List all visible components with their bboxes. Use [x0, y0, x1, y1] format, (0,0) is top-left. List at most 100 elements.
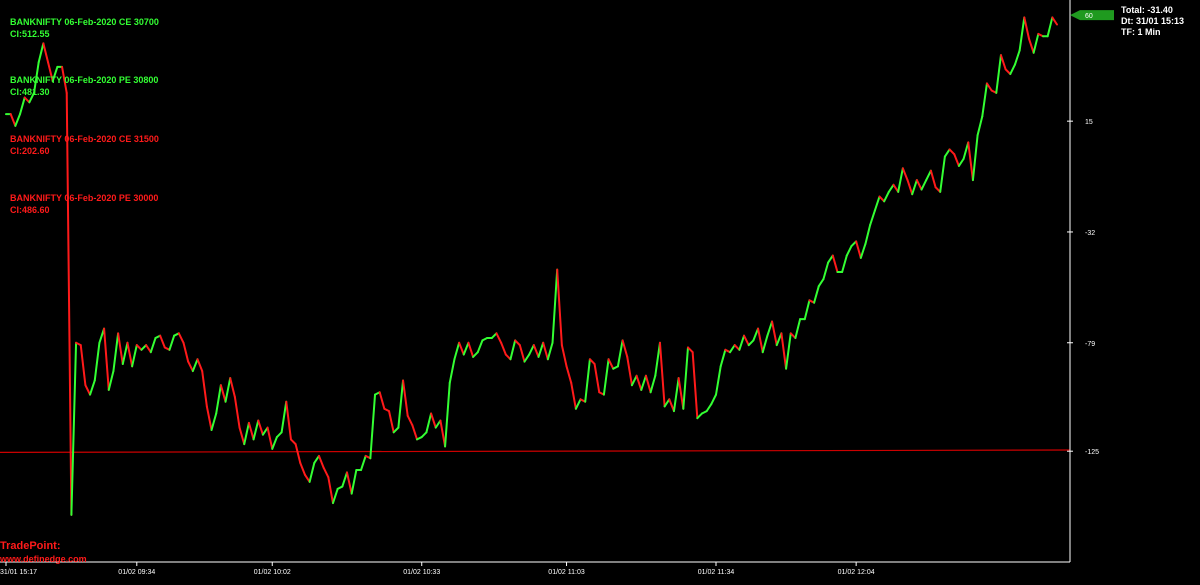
- price-segment: [757, 327, 764, 354]
- price-segment: [252, 419, 260, 441]
- price-segment: [271, 436, 278, 450]
- price-segment: [761, 334, 769, 354]
- price-segment: [219, 384, 227, 403]
- price-segment: [920, 179, 928, 191]
- price-segment: [448, 358, 456, 384]
- price-segment: [845, 245, 853, 257]
- price-segment: [159, 334, 166, 349]
- price-segment: [976, 115, 984, 137]
- price-segment: [953, 153, 960, 167]
- price-segment: [191, 358, 199, 373]
- price-segment: [238, 426, 246, 446]
- price-segment: [406, 414, 414, 427]
- reference-line: [0, 449, 1071, 453]
- price-segment: [855, 240, 862, 259]
- x-tick-label: 01/02 12:04: [838, 569, 875, 576]
- price-segment: [626, 355, 633, 387]
- price-segment: [971, 134, 979, 182]
- legend-item-name: BANKNIFTY 06-Feb-2020 CE 31500: [10, 134, 159, 144]
- price-segment: [458, 341, 465, 356]
- legend-item-ci: CI:481.30: [10, 87, 50, 97]
- price-segment: [402, 379, 409, 417]
- price-segment: [299, 461, 306, 476]
- price-segment: [705, 403, 713, 413]
- y-tick-label: 15: [1085, 119, 1093, 126]
- price-segment: [906, 179, 914, 196]
- price-segment: [257, 419, 264, 436]
- price-segment: [752, 327, 760, 342]
- price-segment: [285, 400, 292, 441]
- price-segment: [327, 476, 334, 505]
- price-segment: [37, 42, 45, 64]
- price-segment: [19, 96, 26, 116]
- price-segment: [467, 341, 475, 358]
- price-segment: [224, 377, 232, 403]
- price-segment: [523, 353, 531, 363]
- price-segment: [121, 341, 129, 365]
- price-segment: [873, 195, 881, 212]
- price-segment: [691, 351, 699, 420]
- legend-item-ci: CI:486.60: [10, 205, 50, 215]
- price-segment: [93, 341, 101, 382]
- price-segment: [397, 379, 405, 429]
- price-segment: [500, 341, 507, 356]
- legend-item-name: BANKNIFTY 06-Feb-2020 PE 30000: [10, 193, 159, 203]
- legend-item: BANKNIFTY 06-Feb-2020 PE 30000 CI:486.60: [10, 192, 158, 216]
- price-segment: [243, 421, 250, 446]
- price-segment: [107, 370, 115, 391]
- legend-item-name: BANKNIFTY 06-Feb-2020 CE 30700: [10, 17, 159, 27]
- price-segment: [317, 454, 325, 469]
- price-segment: [1018, 16, 1026, 52]
- price-segment: [9, 113, 17, 127]
- price-segment: [331, 487, 339, 505]
- price-segment: [14, 113, 22, 127]
- price-segment: [649, 374, 657, 394]
- price-segment: [915, 179, 923, 191]
- price-segment: [584, 358, 591, 403]
- info-panel: Total: -31.40 Dt: 31/01 15:13 TF: 1 Min: [1121, 5, 1184, 38]
- legend-item-ci: CI:512.55: [10, 29, 50, 39]
- price-segment: [859, 242, 867, 259]
- price-segment: [560, 344, 568, 368]
- price-segment: [425, 412, 433, 434]
- price-segment: [1032, 32, 1040, 54]
- price-segment: [901, 167, 909, 182]
- price-segment: [378, 391, 386, 410]
- price-segment: [897, 167, 904, 193]
- price-segment: [345, 471, 353, 495]
- price-segment: [112, 332, 120, 373]
- price-segment: [565, 365, 573, 384]
- price-segment: [719, 348, 727, 368]
- price-segment: [630, 374, 638, 387]
- price-segment: [738, 334, 746, 351]
- datetime-label: Dt: 31/01 15:13: [1121, 16, 1185, 26]
- price-segment: [602, 358, 610, 396]
- price-segment: [957, 157, 965, 167]
- price-segment: [677, 377, 685, 410]
- price-segment: [247, 421, 255, 441]
- price-segment: [84, 384, 92, 396]
- price-segment: [635, 374, 643, 391]
- legend-item-ci: CI:202.60: [10, 146, 50, 156]
- price-segment: [621, 339, 629, 358]
- price-segment: [430, 412, 437, 429]
- price-segment: [658, 341, 666, 408]
- price-segment: [280, 400, 288, 434]
- price-segment: [1027, 37, 1035, 54]
- price-segment: [131, 344, 138, 368]
- price-segment: [939, 155, 946, 193]
- price-segment: [715, 365, 722, 396]
- price-segment: [640, 374, 647, 391]
- price-segment: [869, 209, 876, 226]
- price-segment: [187, 360, 194, 373]
- price-segment: [103, 327, 110, 391]
- price-segment: [229, 377, 236, 398]
- price-segment: [444, 381, 451, 448]
- y-tick-label: -32: [1085, 230, 1095, 237]
- price-segment: [388, 410, 395, 434]
- price-segment: [233, 395, 241, 429]
- price-segment: [841, 254, 848, 274]
- price-segment: [532, 344, 540, 358]
- price-segment: [967, 141, 974, 182]
- price-segment: [817, 278, 825, 288]
